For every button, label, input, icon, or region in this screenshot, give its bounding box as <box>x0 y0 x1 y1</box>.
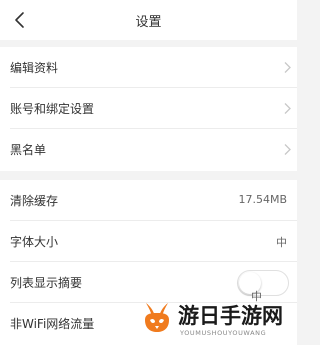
font-size-value: 中 <box>276 236 287 249</box>
row-edit-profile[interactable]: 编辑资料 <box>0 47 297 88</box>
settings-group-account: 编辑资料 账号和绑定设置 黑名单 <box>0 47 297 171</box>
chevron-right-icon <box>284 144 291 155</box>
watermark-text: 游日手游网 <box>178 304 283 328</box>
nav-bar: 设置 <box>0 0 297 40</box>
row-label: 清除缓存 <box>10 194 59 208</box>
chevron-right-icon <box>284 103 291 114</box>
watermark-subtext: YOUMUSHOUYOUWANG <box>180 329 267 337</box>
cache-size-value: 17.54MB <box>238 193 287 206</box>
row-font-size[interactable]: 字体大小 中 <box>0 221 297 262</box>
row-label: 列表显示摘要 <box>10 276 83 290</box>
row-blacklist[interactable]: 黑名单 <box>0 129 297 170</box>
row-label: 黑名单 <box>10 143 47 157</box>
row-label: 编辑资料 <box>10 61 59 75</box>
row-clear-cache[interactable]: 清除缓存 17.54MB <box>0 180 297 221</box>
page-title: 设置 <box>135 15 162 30</box>
row-account-binding[interactable]: 账号和绑定设置 <box>0 88 297 129</box>
chevron-right-icon <box>284 62 291 73</box>
row-label: 账号和绑定设置 <box>10 102 95 116</box>
rabbit-logo-icon <box>145 303 169 332</box>
row-label: 非WiFi网络流量 <box>10 317 95 331</box>
watermark: 游日手游网 YOUMUSHOUYOUWANG <box>140 296 297 345</box>
summary-toggle[interactable] <box>237 270 289 296</box>
row-label: 字体大小 <box>10 235 59 249</box>
